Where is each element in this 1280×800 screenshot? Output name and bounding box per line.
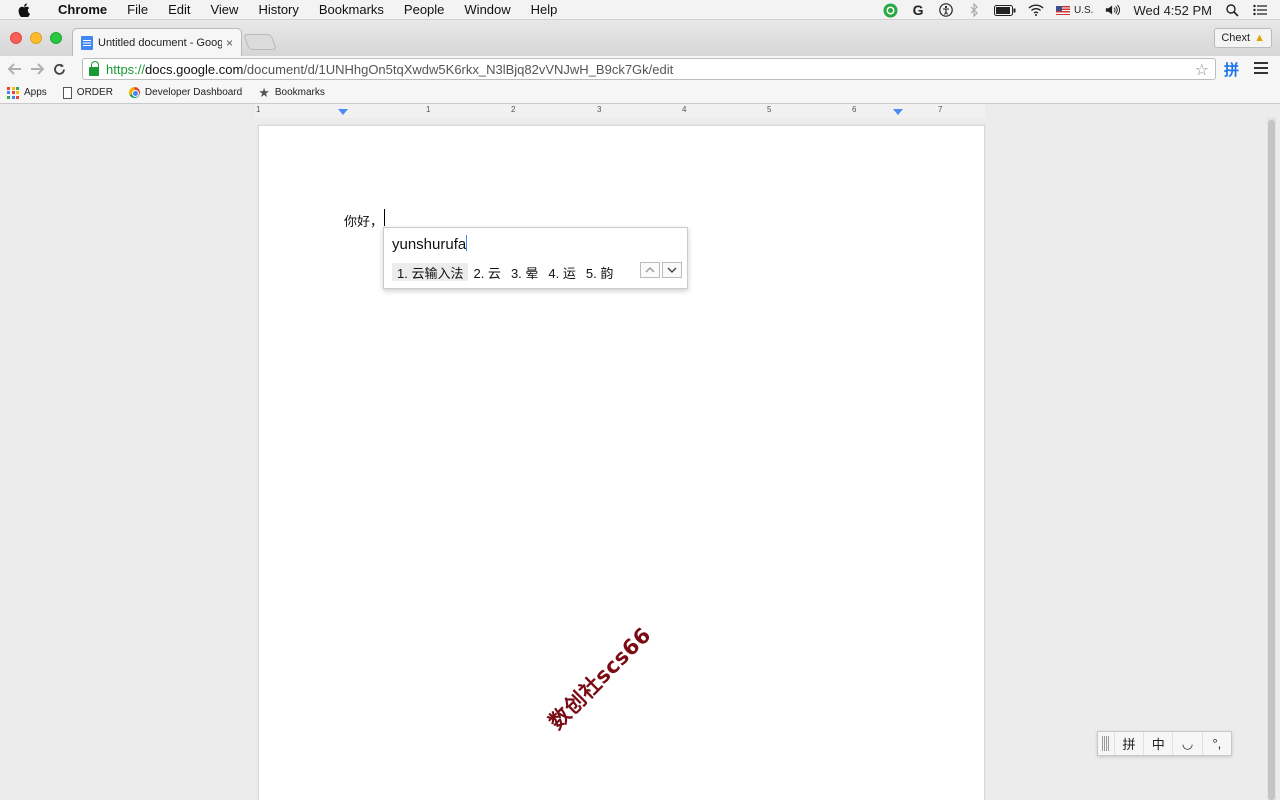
- ime-candidate-4[interactable]: 4. 运: [543, 263, 580, 281]
- ruler-label: 6: [852, 105, 857, 114]
- bookmark-order[interactable]: ORDER: [62, 86, 113, 99]
- accessibility-icon[interactable]: [938, 2, 954, 18]
- menu-bookmarks[interactable]: Bookmarks: [309, 2, 394, 17]
- menu-help[interactable]: Help: [521, 2, 568, 17]
- ime-candidate-2[interactable]: 2. 云: [468, 263, 505, 281]
- document-body-text[interactable]: 你好，: [344, 211, 383, 230]
- address-bar[interactable]: https:// docs.google.com /document/d/1UN…: [82, 58, 1216, 80]
- spotlight-search-icon[interactable]: [1224, 2, 1240, 18]
- punctuation-toggle-button[interactable]: °,: [1201, 732, 1231, 755]
- ime-candidate-5[interactable]: 5. 韵: [581, 263, 618, 281]
- chext-profile-button[interactable]: Chext ▲: [1214, 28, 1272, 48]
- back-arrow-icon[interactable]: [4, 58, 26, 80]
- url-scheme: https://: [106, 61, 146, 77]
- zoom-window-button[interactable]: [50, 32, 62, 44]
- browser-tab-active[interactable]: Untitled document - Google Docs ×: [72, 28, 242, 56]
- grammarly-icon[interactable]: G: [910, 2, 926, 18]
- bookmark-apps[interactable]: Apps: [7, 86, 47, 99]
- chevron-down-icon[interactable]: [662, 262, 682, 278]
- ruler-label: 1: [426, 105, 431, 114]
- half-full-width-toggle-button[interactable]: ◡: [1172, 732, 1201, 755]
- bluetooth-icon[interactable]: [966, 2, 982, 18]
- close-window-button[interactable]: [10, 32, 22, 44]
- ruler-label: 4: [682, 105, 687, 114]
- browser-titlebar: Untitled document - Google Docs × Chext …: [0, 20, 1280, 56]
- secure-lock-icon[interactable]: [89, 60, 99, 76]
- ruler-label: 5: [767, 105, 772, 114]
- notification-center-icon[interactable]: [1252, 2, 1268, 18]
- ruler-label: 7: [938, 105, 943, 114]
- chrome-icon: [128, 87, 140, 98]
- drag-handle-icon[interactable]: [1102, 736, 1110, 751]
- us-flag-icon: [1056, 5, 1071, 15]
- menu-window[interactable]: Window: [454, 2, 520, 17]
- forward-arrow-icon[interactable]: [26, 58, 48, 80]
- menubar-clock[interactable]: Wed 4:52 PM: [1133, 3, 1212, 18]
- bookmark-label: Bookmarks: [274, 87, 325, 98]
- google-docs-favicon-icon: [81, 35, 93, 50]
- bookmark-folder-bookmarks[interactable]: ★ Bookmarks: [258, 85, 325, 101]
- bookmark-developer-dashboard[interactable]: Developer Dashboard: [128, 87, 243, 98]
- close-tab-icon[interactable]: ×: [226, 36, 233, 50]
- app-menu-chrome[interactable]: Chrome: [48, 2, 117, 17]
- messages-icon[interactable]: [882, 2, 898, 18]
- star-icon: ★: [258, 84, 270, 100]
- url-host: docs.google.com: [145, 61, 244, 77]
- text-cursor: [384, 209, 385, 226]
- chinese-english-toggle-button[interactable]: 中: [1143, 732, 1172, 755]
- bookmarks-bar: Apps ORDER Developer Dashboard ★ Bookmar…: [0, 82, 1280, 104]
- scrollbar-thumb[interactable]: [1268, 120, 1275, 800]
- menu-edit[interactable]: Edit: [158, 2, 200, 17]
- reload-icon[interactable]: [48, 58, 70, 80]
- input-source-menu[interactable]: U.S.: [1056, 5, 1093, 16]
- apps-grid-icon: [7, 86, 19, 99]
- pinyin-extension-icon[interactable]: 拼: [1224, 59, 1239, 80]
- file-icon: [62, 86, 72, 99]
- volume-icon[interactable]: [1105, 2, 1121, 18]
- chrome-menu-icon[interactable]: [1254, 62, 1268, 74]
- battery-icon[interactable]: [994, 2, 1016, 18]
- ime-candidate-3[interactable]: 3. 晕: [506, 263, 543, 281]
- menu-file[interactable]: File: [117, 2, 158, 17]
- bookmark-label: Developer Dashboard: [144, 87, 243, 98]
- bookmark-label: Apps: [24, 87, 47, 98]
- ime-composition-text: yunshurufa: [392, 235, 468, 253]
- url-path: /document/d/1UNHhgOn5tqXwdw5K6rkx_N3lBjq…: [243, 61, 674, 77]
- ruler-label: 1: [256, 105, 261, 114]
- ime-candidate-window: yunshurufa 1. 云输入法 2. 云 3. 晕 4. 运 5. 韵: [383, 227, 688, 289]
- ime-candidate-list: 1. 云输入法 2. 云 3. 晕 4. 运 5. 韵: [392, 263, 618, 281]
- document-ruler[interactable]: 1 1 2 3 4 5 6 7: [255, 104, 985, 118]
- ime-status-toolbar: 拼 中 ◡ °,: [1097, 731, 1232, 756]
- wifi-icon[interactable]: [1028, 2, 1044, 18]
- left-indent-marker[interactable]: [338, 109, 348, 115]
- new-tab-button[interactable]: [243, 34, 277, 50]
- input-source-label: U.S.: [1074, 4, 1094, 16]
- chext-label: Chext: [1221, 32, 1251, 44]
- pinyin-mode-button[interactable]: 拼: [1113, 732, 1143, 755]
- minimize-window-button[interactable]: [30, 32, 42, 44]
- menu-people[interactable]: People: [394, 2, 454, 17]
- right-indent-marker[interactable]: [893, 109, 903, 115]
- ruler-label: 3: [597, 105, 602, 114]
- tab-title: Untitled document - Google Docs: [98, 36, 222, 49]
- chevron-up-icon[interactable]: [640, 262, 660, 278]
- browser-toolbar: https:// docs.google.com /document/d/1UN…: [0, 56, 1280, 82]
- bookmark-label: ORDER: [76, 87, 113, 98]
- macos-menu-bar: Chrome File Edit View History Bookmarks …: [0, 0, 1280, 20]
- bookmark-star-icon[interactable]: ☆: [1195, 60, 1209, 80]
- ruler-label: 2: [511, 105, 516, 114]
- warning-icon: ▲: [1254, 32, 1265, 44]
- menu-view[interactable]: View: [200, 2, 248, 17]
- apple-menu-icon[interactable]: [16, 2, 32, 17]
- ime-candidate-1[interactable]: 1. 云输入法: [392, 263, 469, 281]
- menu-history[interactable]: History: [248, 2, 308, 17]
